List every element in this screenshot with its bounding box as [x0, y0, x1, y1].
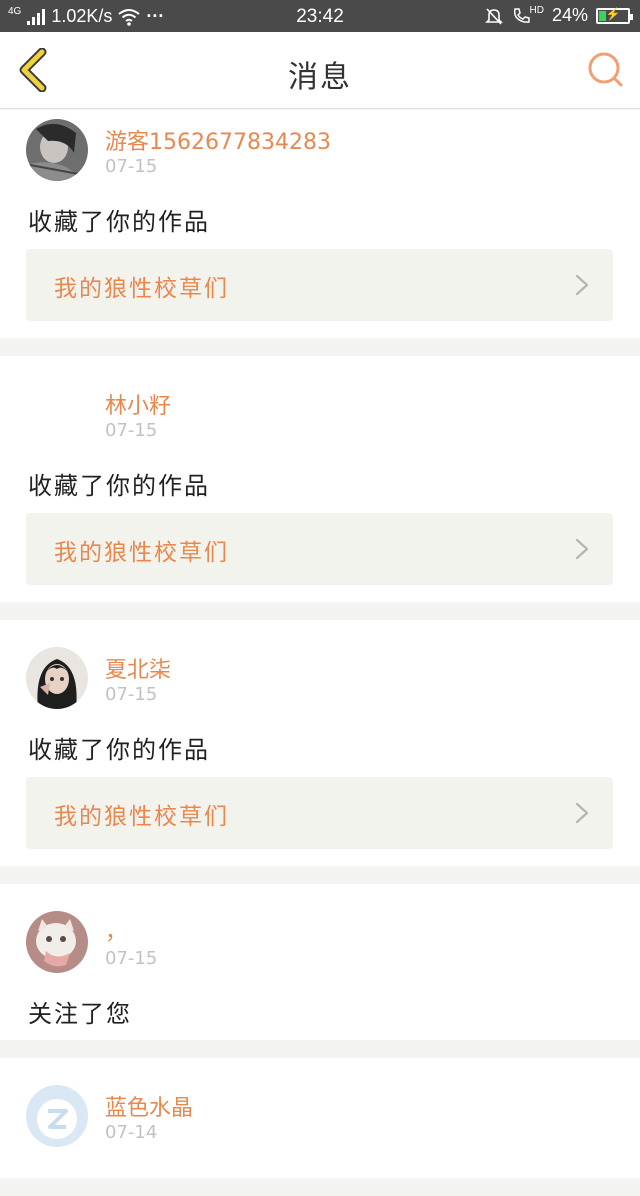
status-right: HD 24% ⚡ — [484, 5, 633, 26]
call-hd-indicator: HD — [512, 5, 544, 25]
avatar[interactable] — [26, 119, 88, 181]
message-date: 07-15 — [105, 684, 158, 705]
username[interactable]: 游客1562677834283 — [105, 124, 331, 156]
username[interactable]: 夏北柒 — [105, 652, 171, 684]
work-title: 我的狼性校草们 — [54, 276, 229, 302]
username[interactable]: 蓝色水晶 — [105, 1090, 193, 1122]
message-action: 关注了您 — [28, 1000, 132, 1028]
message-card: 夏北柒 07-15 收藏了你的作品 我的狼性校草们 — [0, 620, 640, 866]
message-list: 游客1562677834283 07-15 收藏了你的作品 我的狼性校草们 林小… — [0, 110, 640, 1196]
work-link[interactable]: 我的狼性校草们 — [26, 249, 613, 321]
avatar-photo — [26, 647, 88, 709]
message-action: 收藏了你的作品 — [28, 208, 210, 236]
call-icon — [513, 7, 530, 23]
status-bar: 4G 1.02K/s ··· 23:42 HD 24% ⚡ — [0, 0, 640, 32]
avatar[interactable] — [26, 647, 88, 709]
message-card: ， 07-15 关注了您 — [0, 884, 640, 1040]
message-card: 游客1562677834283 07-15 收藏了你的作品 我的狼性校草们 — [0, 110, 640, 338]
battery-icon: ⚡ — [596, 6, 633, 24]
search-icon — [588, 52, 623, 87]
hd-label: HD — [529, 5, 544, 16]
message-date: 07-14 — [105, 1122, 158, 1143]
message-date: 07-15 — [105, 420, 158, 441]
avatar[interactable] — [26, 378, 88, 440]
work-link[interactable]: 我的狼性校草们 — [26, 513, 613, 585]
message-card: 林小籽 07-15 收藏了你的作品 我的狼性校草们 — [0, 356, 640, 602]
message-action: 收藏了你的作品 — [28, 736, 210, 764]
work-title: 我的狼性校草们 — [54, 540, 229, 566]
chevron-right-icon — [575, 802, 589, 824]
message-date: 07-15 — [105, 156, 158, 177]
message-card: 蓝色水晶 07-14 — [0, 1058, 640, 1178]
username[interactable]: 林小籽 — [105, 388, 171, 420]
message-date: 07-15 — [105, 948, 158, 969]
avatar-photo — [26, 911, 88, 973]
avatar[interactable] — [26, 911, 88, 973]
chevron-right-icon — [575, 274, 589, 296]
work-title: 我的狼性校草们 — [54, 804, 229, 830]
charging-icon: ⚡ — [605, 6, 621, 21]
nav-bar: 消息 — [0, 32, 640, 109]
page-title: 消息 — [288, 60, 352, 95]
avatar-photo — [26, 119, 88, 181]
search-button[interactable] — [586, 50, 626, 90]
work-link[interactable]: 我的狼性校草们 — [26, 777, 613, 849]
mute-bell-icon — [484, 7, 503, 25]
battery-percent: 24% — [551, 5, 588, 25]
chevron-right-icon — [575, 538, 589, 560]
message-action: 收藏了你的作品 — [28, 472, 210, 500]
username[interactable]: ， — [105, 914, 127, 946]
